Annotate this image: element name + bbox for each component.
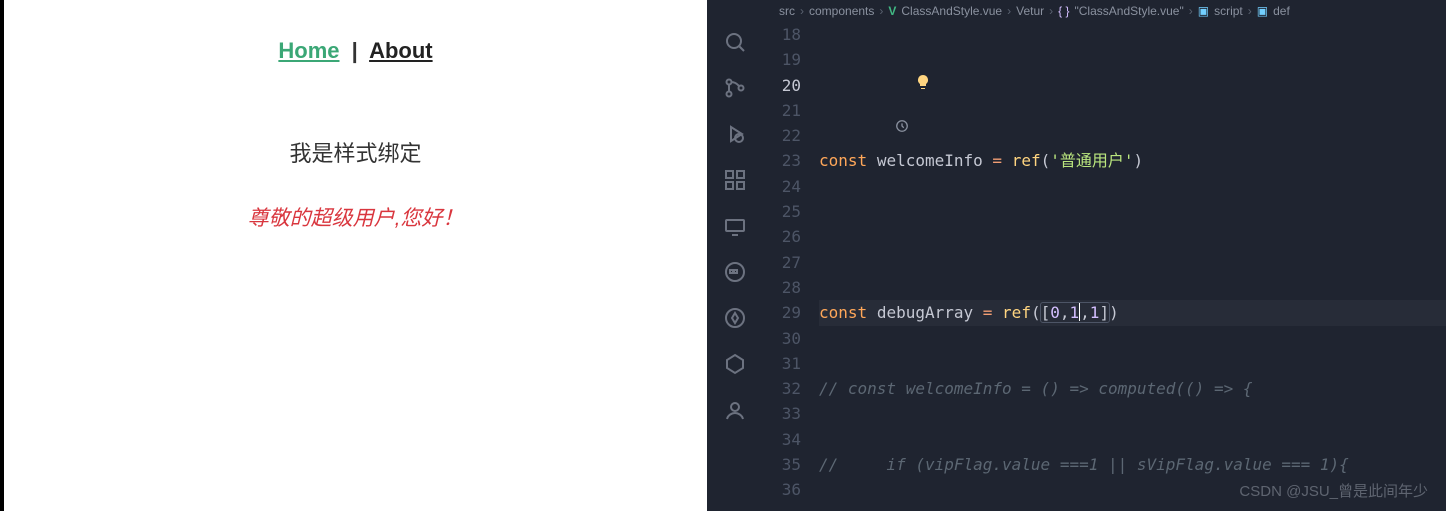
line-number: 22 xyxy=(763,123,801,148)
chevron-right-icon: › xyxy=(1189,4,1193,18)
editor-pane: src › components › V ClassAndStyle.vue ›… xyxy=(707,0,1446,511)
debug-icon[interactable] xyxy=(721,120,749,148)
code-line[interactable]: // const welcomeInfo = () => computed(()… xyxy=(819,376,1446,401)
line-number: 36 xyxy=(763,477,801,502)
code-line[interactable] xyxy=(819,224,1446,249)
nav-separator: | xyxy=(346,38,364,63)
user-icon[interactable] xyxy=(721,396,749,424)
code-line-current[interactable]: const debugArray = ref([0,1,1]) xyxy=(819,300,1446,325)
crumb-def[interactable]: def xyxy=(1273,4,1290,18)
hexagon-icon[interactable] xyxy=(721,350,749,378)
line-number: 32 xyxy=(763,376,801,401)
chevron-right-icon: › xyxy=(1248,4,1252,18)
line-number: 33 xyxy=(763,401,801,426)
code-area[interactable]: 18 19 20 21 22 23 24 25 26 27 28 29 30 3… xyxy=(763,22,1446,511)
greeting-text: 尊敬的超级用户,您好！ xyxy=(4,202,707,232)
line-number: 20 xyxy=(763,73,801,98)
crumb-script[interactable]: script xyxy=(1214,4,1243,18)
vue-file-icon: V xyxy=(888,4,896,18)
lightbulb-icon[interactable] xyxy=(819,47,835,63)
extensions-icon[interactable] xyxy=(721,166,749,194)
braces-icon: { } xyxy=(1058,4,1069,18)
nav-bar: Home | About xyxy=(4,38,707,64)
search-icon[interactable] xyxy=(721,28,749,56)
editor-body: 18 19 20 21 22 23 24 25 26 27 28 29 30 3… xyxy=(707,22,1446,511)
line-number: 19 xyxy=(763,47,801,72)
code-line[interactable]: // if (vipFlag.value ===1 || sVipFlag.va… xyxy=(819,452,1446,477)
line-number: 26 xyxy=(763,224,801,249)
source-control-icon[interactable] xyxy=(721,74,749,102)
code-line[interactable]: const welcomeInfo = ref('普通用户') xyxy=(819,148,1446,173)
line-number: 25 xyxy=(763,199,801,224)
browser-preview: Home | About 我是样式绑定 尊敬的超级用户,您好！ xyxy=(0,0,707,511)
nav-about-link[interactable]: About xyxy=(369,38,433,63)
line-number: 29 xyxy=(763,300,801,325)
line-number: 35 xyxy=(763,452,801,477)
nav-home-link[interactable]: Home xyxy=(278,38,339,63)
crumb-src[interactable]: src xyxy=(779,4,795,18)
line-number: 31 xyxy=(763,351,801,376)
line-number: 18 xyxy=(763,22,801,47)
line-number: 27 xyxy=(763,250,801,275)
page-heading: 我是样式绑定 xyxy=(4,136,707,168)
crumb-vetur[interactable]: Vetur xyxy=(1016,4,1044,18)
chevron-right-icon: › xyxy=(1007,4,1011,18)
line-number: 24 xyxy=(763,174,801,199)
clock-icon xyxy=(799,90,813,104)
line-number: 21 xyxy=(763,98,801,123)
docker-icon[interactable] xyxy=(721,258,749,286)
code-content[interactable]: const welcomeInfo = ref('普通用户') const de… xyxy=(819,22,1446,511)
line-number: 30 xyxy=(763,326,801,351)
cube-icon: ▣ xyxy=(1257,4,1268,18)
crumb-components[interactable]: components xyxy=(809,4,874,18)
chevron-right-icon: › xyxy=(879,4,883,18)
chevron-right-icon: › xyxy=(800,4,804,18)
crumb-file[interactable]: ClassAndStyle.vue xyxy=(901,4,1002,18)
cube-icon: ▣ xyxy=(1198,4,1209,18)
line-number: 34 xyxy=(763,427,801,452)
activity-bar xyxy=(707,22,763,511)
vite-icon[interactable] xyxy=(721,304,749,332)
line-number: 23 xyxy=(763,148,801,173)
crumb-quoted[interactable]: "ClassAndStyle.vue" xyxy=(1075,4,1184,18)
line-number: 28 xyxy=(763,275,801,300)
chevron-right-icon: › xyxy=(1049,4,1053,18)
remote-icon[interactable] xyxy=(721,212,749,240)
breadcrumbs[interactable]: src › components › V ClassAndStyle.vue ›… xyxy=(707,0,1446,22)
